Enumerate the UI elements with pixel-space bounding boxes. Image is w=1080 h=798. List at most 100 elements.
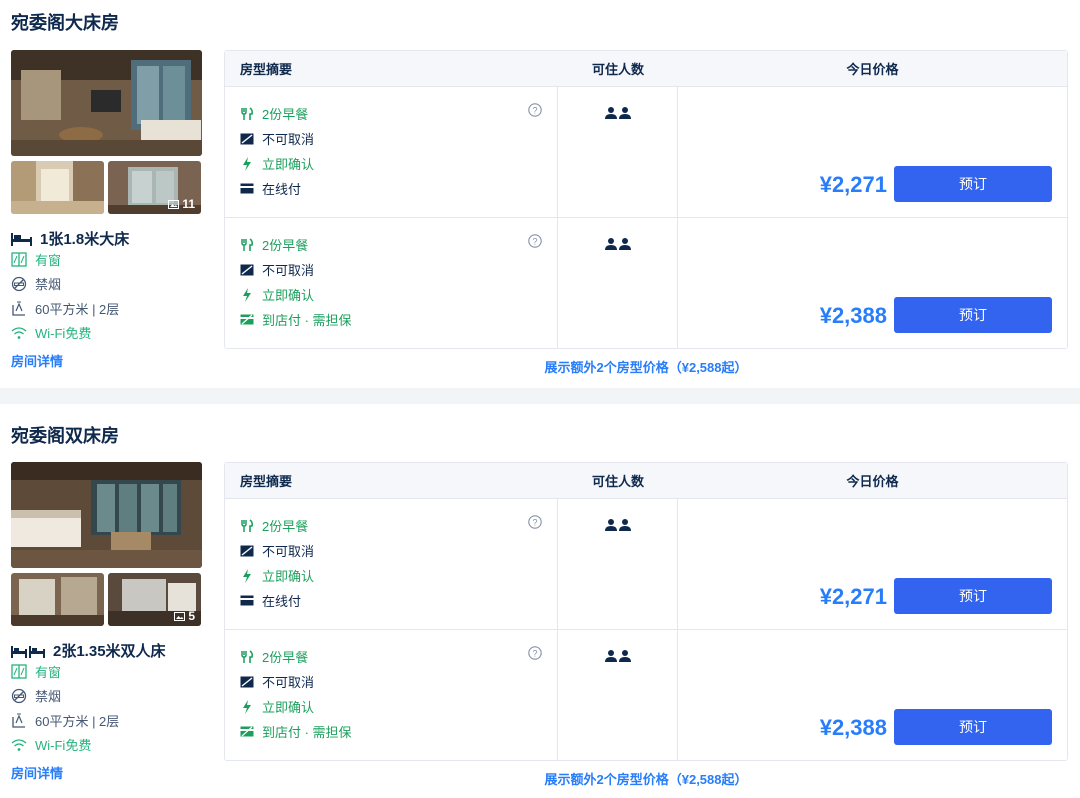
rate-price: ¥2,388 — [819, 303, 887, 328]
room-details-link[interactable]: 房间详情 — [11, 351, 63, 370]
lightning-icon — [243, 287, 251, 302]
room-gallery[interactable]: 5 — [11, 462, 202, 626]
no-smoking-icon — [11, 688, 27, 703]
wifi-icon — [11, 326, 27, 339]
photo-count-value: 11 — [182, 197, 195, 211]
help-icon[interactable]: ? — [528, 646, 542, 660]
no-cancel-icon — [240, 264, 254, 275]
svg-text:?: ? — [532, 518, 537, 528]
rate-table-header: 房型摘要 可住人数 今日价格 — [225, 463, 1067, 498]
room-photo-main[interactable] — [11, 50, 202, 156]
image-icon — [168, 199, 180, 209]
rate-price: ¥2,271 — [819, 172, 887, 197]
room-photo-thumb[interactable] — [11, 573, 104, 626]
payment-policy: 到店付 · 需担保 — [240, 719, 542, 744]
room-gallery[interactable]: 11 — [11, 50, 202, 214]
rate-row: 2份早餐 不可取消 立即确认 在线付 ? ¥2,271 预订 — [225, 498, 1067, 629]
breakfast-policy: 2份早餐 — [240, 101, 542, 126]
room-photo-thumb[interactable]: 5 — [108, 573, 201, 626]
rate-table: 房型摘要 可住人数 今日价格 2份早餐 不可取消 立即确认 在线付 ? ¥2,2… — [224, 462, 1068, 761]
feature-area-floor: 60平方米 | 2层 — [11, 711, 119, 730]
header-summary: 房型摘要 — [240, 474, 293, 489]
book-button[interactable]: 预订 — [894, 578, 1052, 614]
header-capacity: 可住人数 — [591, 474, 644, 489]
capacity-cell — [558, 218, 678, 348]
bed-text: 2张1.35米双人床 — [53, 643, 166, 660]
cancel-policy: 不可取消 — [240, 538, 542, 563]
help-icon[interactable]: ? — [528, 103, 542, 117]
rate-row: 2份早餐 不可取消 立即确认 到店付 · 需担保 ? ¥2,388 预订 — [225, 629, 1067, 760]
room-card-king: 宛委阁大床房 11 1张1.8米大床 有窗 禁烟 60平方米 | 2层 Wi-F… — [0, 0, 1080, 388]
window-icon — [11, 252, 27, 267]
two-guests-icon — [604, 519, 631, 531]
wifi-icon — [11, 738, 27, 751]
capacity-cell — [558, 499, 678, 629]
book-button[interactable]: 预订 — [894, 297, 1052, 333]
room-card-twin: 宛委阁双床房 5 2张1.35米双人床 有窗 禁烟 60平方米 | 2层 Wi-… — [0, 404, 1080, 792]
price-cell: ¥2,388 预订 — [678, 218, 1067, 348]
room-title: 宛委阁大床房 — [11, 13, 119, 33]
two-guests-icon — [604, 107, 631, 119]
cancel-policy: 不可取消 — [240, 669, 542, 694]
cutlery-icon — [241, 649, 254, 663]
book-button[interactable]: 预订 — [894, 166, 1052, 202]
feature-no-smoking: 禁烟 — [11, 274, 61, 293]
help-icon[interactable]: ? — [528, 515, 542, 529]
lightning-icon — [243, 568, 251, 583]
svg-text:?: ? — [532, 237, 537, 247]
header-summary: 房型摘要 — [240, 62, 293, 77]
feature-window: 有窗 — [11, 662, 61, 681]
confirm-policy: 立即确认 — [240, 151, 542, 176]
no-cancel-icon — [240, 676, 254, 687]
rate-price: ¥2,271 — [819, 584, 887, 609]
feature-area-floor: 60平方米 | 2层 — [11, 299, 119, 318]
help-icon[interactable]: ? — [528, 234, 542, 248]
rate-summary: 2份早餐 不可取消 立即确认 到店付 · 需担保 ? — [225, 218, 558, 348]
payment-policy: 在线付 — [240, 588, 542, 613]
room-details-link[interactable]: 房间详情 — [11, 763, 63, 782]
pay-at-hotel-icon — [240, 726, 254, 737]
header-price: 今日价格 — [846, 62, 899, 77]
rate-table: 房型摘要 可住人数 今日价格 2份早餐 不可取消 立即确认 在线付 ? ¥2,2… — [224, 50, 1068, 349]
rate-summary: 2份早餐 不可取消 立即确认 在线付 ? — [225, 87, 558, 217]
price-cell: ¥2,271 预订 — [678, 499, 1067, 629]
breakfast-policy: 2份早餐 — [240, 513, 542, 538]
feature-no-smoking: 禁烟 — [11, 686, 61, 705]
room-separator — [0, 388, 1080, 404]
room-photo-thumb[interactable]: 11 — [108, 161, 201, 214]
payment-policy: 在线付 — [240, 176, 542, 201]
header-price: 今日价格 — [846, 474, 899, 489]
rate-row: 2份早餐 不可取消 立即确认 到店付 · 需担保 ? ¥2,388 预订 — [225, 217, 1067, 348]
room-photo-main[interactable] — [11, 462, 202, 568]
no-cancel-icon — [240, 545, 254, 556]
confirm-policy: 立即确认 — [240, 282, 542, 307]
feature-wifi: Wi-Fi免费 — [11, 323, 91, 342]
pay-at-hotel-icon — [240, 314, 254, 325]
photo-count: 11 — [168, 197, 195, 211]
confirm-policy: 立即确认 — [240, 694, 542, 719]
svg-text:?: ? — [532, 649, 537, 659]
no-cancel-icon — [240, 133, 254, 144]
capacity-cell — [558, 630, 678, 760]
rate-row: 2份早餐 不可取消 立即确认 在线付 ? ¥2,271 预订 — [225, 86, 1067, 217]
show-more-rates-link[interactable]: 展示额外2个房型价格（¥2,588起） — [224, 357, 1068, 376]
lightning-icon — [243, 699, 251, 714]
area-icon — [12, 301, 25, 316]
feature-wifi: Wi-Fi免费 — [11, 735, 91, 754]
two-guests-icon — [604, 238, 631, 250]
rate-price: ¥2,388 — [819, 715, 887, 740]
rate-table-header: 房型摘要 可住人数 今日价格 — [225, 51, 1067, 86]
book-button[interactable]: 预订 — [894, 709, 1052, 745]
bed-info: 2张1.35米双人床 — [11, 640, 166, 661]
payment-policy: 到店付 · 需担保 — [240, 307, 542, 332]
show-more-rates-link[interactable]: 展示额外2个房型价格（¥2,588起） — [224, 769, 1068, 788]
cutlery-icon — [241, 237, 254, 251]
price-cell: ¥2,271 预订 — [678, 87, 1067, 217]
svg-text:?: ? — [532, 106, 537, 116]
cutlery-icon — [241, 106, 254, 120]
room-photo-thumb[interactable] — [11, 161, 104, 214]
breakfast-policy: 2份早餐 — [240, 232, 542, 257]
no-smoking-icon — [11, 276, 27, 291]
bed-info: 1张1.8米大床 — [11, 228, 129, 249]
header-capacity: 可住人数 — [591, 62, 644, 77]
